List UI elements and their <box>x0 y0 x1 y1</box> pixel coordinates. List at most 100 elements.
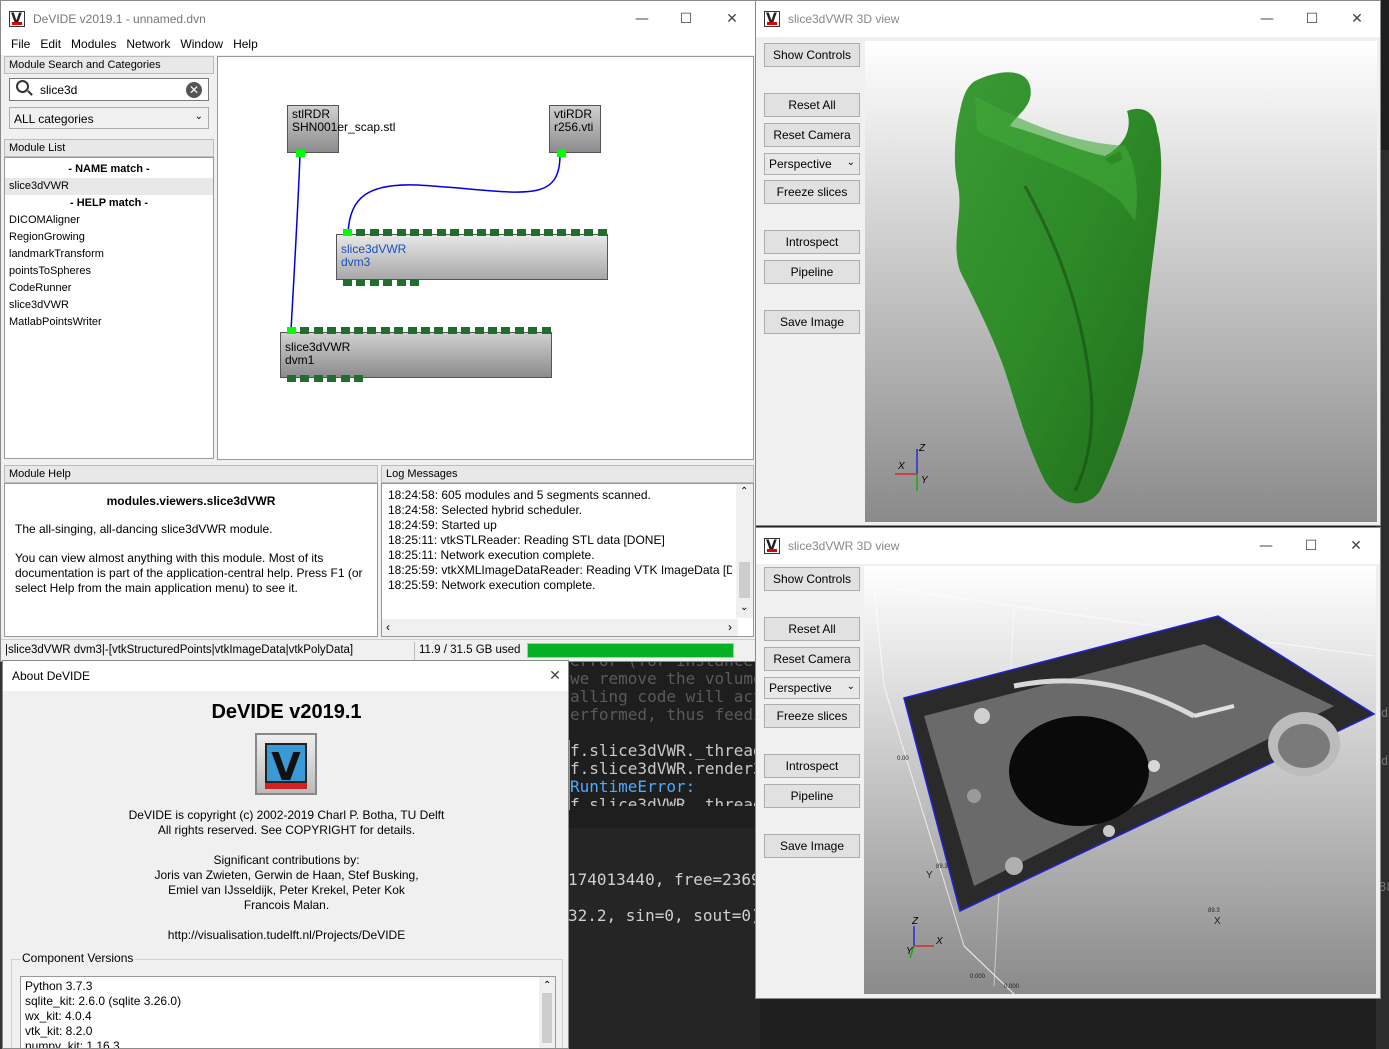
list-item[interactable]: slice3dVWR <box>5 178 213 195</box>
input-port[interactable] <box>557 229 567 236</box>
introspect-button[interactable]: Introspect <box>764 754 860 778</box>
menu-edit[interactable]: Edit <box>35 37 66 55</box>
input-port[interactable] <box>434 327 444 334</box>
input-port[interactable] <box>501 327 511 334</box>
input-port[interactable] <box>541 327 551 334</box>
list-item[interactable]: slice3dVWR <box>5 297 213 314</box>
show-controls-button[interactable]: Show Controls <box>764 43 860 67</box>
input-port[interactable] <box>544 229 553 236</box>
scroll-up-icon[interactable]: ⌃ <box>740 486 748 497</box>
list-item[interactable]: MatlabPointsWriter <box>5 314 213 331</box>
menu-help[interactable]: Help <box>228 37 263 55</box>
output-port[interactable] <box>343 279 352 286</box>
log-horizontal-scrollbar[interactable]: ‹ › <box>382 619 738 636</box>
input-port[interactable] <box>514 327 524 334</box>
close-button[interactable]: ✕ <box>1334 1 1380 37</box>
pipeline-button[interactable]: Pipeline <box>764 784 860 808</box>
input-port[interactable] <box>367 327 377 334</box>
output-port[interactable] <box>369 279 379 286</box>
show-controls-button[interactable]: Show Controls <box>764 567 860 591</box>
list-item[interactable]: landmarkTransform <box>5 246 213 263</box>
close-button[interactable]: ✕ <box>532 661 568 694</box>
node-stlRDR[interactable]: stlRDR SHN001er_scap.stl <box>287 105 395 153</box>
input-port[interactable] <box>383 229 393 236</box>
freeze-slices-button[interactable]: Freeze slices <box>764 704 860 728</box>
scroll-right-icon[interactable]: › <box>728 620 732 634</box>
close-button[interactable]: ✕ <box>709 1 755 37</box>
input-port[interactable] <box>447 327 457 334</box>
node-vtiRDR[interactable]: vtiRDR r256.vti <box>549 105 601 153</box>
input-port[interactable] <box>490 229 500 236</box>
search-input[interactable]: slice3d ✕ <box>9 78 209 101</box>
maximize-button[interactable]: ☐ <box>663 1 709 37</box>
introspect-button[interactable]: Introspect <box>764 230 860 254</box>
minimize-button[interactable]: — <box>1244 1 1290 37</box>
scroll-thumb[interactable] <box>739 562 750 598</box>
input-port[interactable] <box>327 327 337 334</box>
input-port[interactable] <box>474 327 484 334</box>
about-title-bar[interactable]: About DeVIDE <box>3 661 568 691</box>
input-port[interactable] <box>396 229 406 236</box>
input-port[interactable] <box>369 229 379 236</box>
input-port[interactable] <box>421 327 430 334</box>
projection-select[interactable]: Perspective ⌄ <box>764 153 860 175</box>
list-item[interactable]: DICOMAligner <box>5 212 213 229</box>
pipeline-button[interactable]: Pipeline <box>764 260 860 284</box>
menu-modules[interactable]: Modules <box>66 37 121 55</box>
output-port[interactable] <box>296 150 305 157</box>
input-port[interactable] <box>410 229 419 236</box>
output-port[interactable] <box>410 279 419 286</box>
input-port[interactable] <box>394 327 404 334</box>
input-port[interactable] <box>450 229 460 236</box>
input-port[interactable] <box>528 327 538 334</box>
input-port[interactable] <box>503 229 513 236</box>
save-image-button[interactable]: Save Image <box>764 310 860 334</box>
close-button[interactable]: ✕ <box>1333 528 1379 564</box>
menu-file[interactable]: File <box>1 37 35 55</box>
input-port[interactable] <box>488 327 497 334</box>
output-port[interactable] <box>300 375 310 382</box>
project-url[interactable]: http://visualisation.tudelft.nl/Projects… <box>3 928 568 943</box>
scroll-down-icon[interactable]: ⌄ <box>740 602 748 613</box>
output-port[interactable] <box>396 279 406 286</box>
input-port[interactable] <box>463 229 473 236</box>
output-port[interactable] <box>313 375 323 382</box>
input-port[interactable] <box>517 229 527 236</box>
network-canvas[interactable]: stlRDR SHN001er_scap.stl vtiRDR r256.vti… <box>217 56 754 460</box>
input-port[interactable] <box>356 229 366 236</box>
input-port[interactable] <box>461 327 471 334</box>
render-view-bottom[interactable]: 0.00 Y 89.3 89.3 X 0.000 0.000 Z X Y <box>864 566 1376 994</box>
reset-all-button[interactable]: Reset All <box>764 617 860 641</box>
output-port[interactable] <box>287 375 296 382</box>
scroll-left-icon[interactable]: ‹ <box>386 620 390 634</box>
input-port[interactable] <box>340 327 350 334</box>
output-port[interactable] <box>340 375 350 382</box>
freeze-slices-button[interactable]: Freeze slices <box>764 180 860 204</box>
list-item[interactable]: CodeRunner <box>5 280 213 297</box>
minimize-button[interactable]: — <box>1243 528 1289 564</box>
minimize-button[interactable]: — <box>619 1 665 37</box>
reset-all-button[interactable]: Reset All <box>764 93 860 117</box>
output-port[interactable] <box>557 150 566 157</box>
input-port[interactable] <box>597 229 607 236</box>
reset-camera-button[interactable]: Reset Camera <box>764 647 860 671</box>
input-port[interactable] <box>570 229 580 236</box>
output-port[interactable] <box>354 375 363 382</box>
reset-camera-button[interactable]: Reset Camera <box>764 123 860 147</box>
input-port[interactable] <box>530 229 540 236</box>
input-port[interactable] <box>407 327 417 334</box>
input-port[interactable] <box>313 327 323 334</box>
render-view-top[interactable]: Z X Y <box>865 41 1377 522</box>
menu-window[interactable]: Window <box>175 37 228 55</box>
input-port[interactable] <box>287 327 296 334</box>
input-port[interactable] <box>423 229 433 236</box>
scroll-up-icon[interactable]: ⌃ <box>543 978 551 993</box>
maximize-button[interactable]: ☐ <box>1288 528 1334 564</box>
input-port[interactable] <box>343 229 352 236</box>
list-item[interactable]: pointsToSpheres <box>5 263 213 280</box>
input-port[interactable] <box>354 327 363 334</box>
menu-network[interactable]: Network <box>121 37 175 55</box>
log-vertical-scrollbar[interactable]: ⌃ ⌄ <box>736 484 753 618</box>
components-scrollbar[interactable]: ⌃ <box>539 977 555 1048</box>
output-port[interactable] <box>383 279 393 286</box>
